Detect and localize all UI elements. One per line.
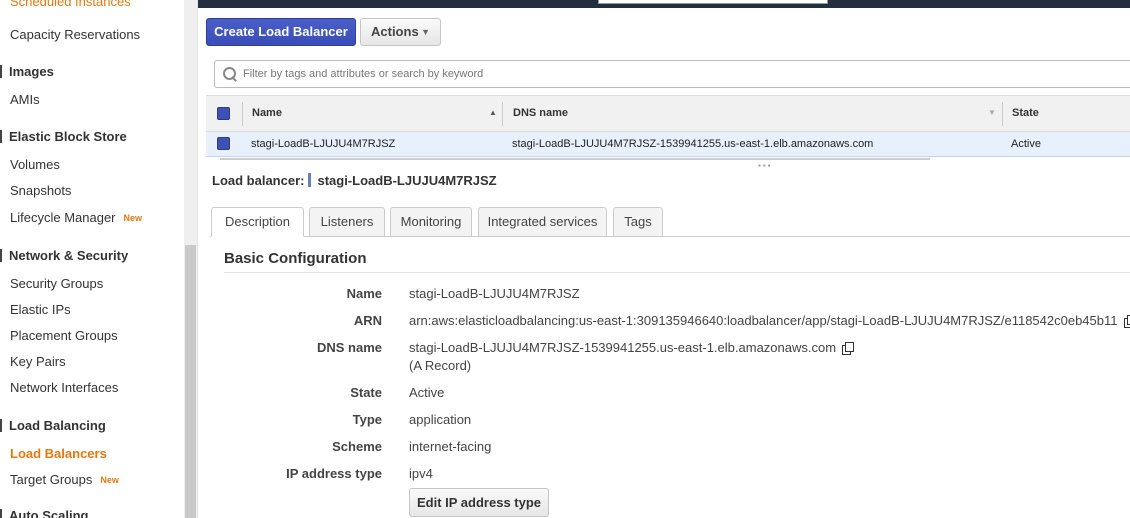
table-horizontal-scrollbar[interactable] [220,158,930,160]
field-value-type: application [409,412,472,427]
lb-name: stagi-LoadB-LJUJU4M7RJSZ [317,173,497,188]
sidebar-item-network-interfaces[interactable]: Network Interfaces [10,380,118,395]
sidebar-group-images[interactable]: Images [0,64,54,79]
selected-load-balancer-label: Load balancer: stagi-LoadB-LJUJU4M7RJSZ [212,173,497,188]
sidebar-item-key-pairs[interactable]: Key Pairs [10,354,66,369]
sidebar-group-load-balancing[interactable]: Load Balancing [0,418,106,433]
field-label-scheme: Scheme [332,439,382,454]
field-label-ip-address-type: IP address type [286,466,382,481]
column-divider [502,102,503,126]
group-marker [0,509,2,518]
field-value-dns-record-note: (A Record) [409,358,472,373]
field-value-dns-name: stagi-LoadB-LJUJU4M7RJSZ-1539941255.us-e… [409,340,855,355]
section-divider [224,272,1130,273]
group-label: Load Balancing [9,418,106,433]
column-header-dns-name[interactable]: DNS name [513,107,568,119]
column-header-name[interactable]: Name [252,107,282,119]
group-label: Auto Scaling [9,508,89,518]
field-value-arn: arn:aws:elasticloadbalancing:us-east-1:3… [409,313,1130,328]
search-placeholder: Filter by tags and attributes or search … [243,68,484,80]
top-search-box[interactable] [598,0,828,4]
sidebar-item-target-groups[interactable]: Target Groups New [10,472,119,487]
arn-text: arn:aws:elasticloadbalancing:us-east-1:3… [409,313,1118,328]
row-checkbox[interactable] [217,137,230,150]
sidebar-item-lifecycle-manager[interactable]: Lifecycle Manager New [10,210,142,225]
copy-icon[interactable] [842,342,855,355]
cell-name: stagi-LoadB-LJUJU4M7RJSZ [251,138,396,150]
sidebar: Scheduled Instances Capacity Reservation… [0,0,198,518]
select-all-checkbox[interactable] [217,107,230,120]
edit-ip-address-type-button[interactable]: Edit IP address type [409,488,549,517]
sort-ascending-icon[interactable]: ▲ [489,108,497,117]
sidebar-group-auto-scaling[interactable]: Auto Scaling [0,508,88,518]
column-header-state[interactable]: State [1012,107,1039,119]
sidebar-group-network-security[interactable]: Network & Security [0,248,128,263]
new-badge: New [100,475,119,485]
table-header: Name ▲ DNS name ▼ State [206,95,1130,132]
sidebar-item-amis[interactable]: AMIs [10,92,40,107]
group-marker [0,419,2,432]
resize-handle-icon[interactable]: ▪▪▪ [758,161,773,170]
lb-prefix: Load balancer: [212,173,305,188]
actions-label: Actions [371,24,419,39]
group-label: Elastic Block Store [9,129,127,144]
divider-bar [308,173,312,187]
tab-tags[interactable]: Tags [613,207,663,237]
field-label-dns-name: DNS name [316,340,382,355]
group-label: Images [9,64,54,79]
field-label-type: Type [352,412,382,427]
sidebar-item-volumes[interactable]: Volumes [10,157,60,172]
field-label-name: Name [346,286,382,301]
sort-icon[interactable]: ▼ [988,108,996,117]
create-load-balancer-button[interactable]: Create Load Balancer [206,18,356,46]
search-icon [223,67,236,80]
column-divider [1002,102,1003,126]
dns-text: stagi-LoadB-LJUJU4M7RJSZ-1539941255.us-e… [409,340,837,355]
caret-down-icon: ▼ [421,27,430,37]
sidebar-item-label: Target Groups [10,472,93,487]
tab-listeners[interactable]: Listeners [309,207,385,237]
field-value-ip-address-type: ipv4 [409,466,433,481]
sidebar-item-snapshots[interactable]: Snapshots [10,183,71,198]
tab-monitoring[interactable]: Monitoring [390,207,472,237]
new-badge: New [123,213,143,223]
column-divider [242,102,243,126]
sidebar-item-capacity-reservations[interactable]: Capacity Reservations [10,27,140,42]
sidebar-item-label: Lifecycle Manager [10,210,116,225]
filter-search-input[interactable]: Filter by tags and attributes or search … [214,60,1130,88]
sidebar-item-security-groups[interactable]: Security Groups [10,276,103,291]
tab-integrated-services[interactable]: Integrated services [478,207,607,237]
actions-dropdown-button[interactable]: Actions ▼ [360,18,441,46]
top-nav-bar [198,0,1130,8]
cell-dns-name: stagi-LoadB-LJUJU4M7RJSZ-1539941255.us-e… [512,138,874,150]
field-label-state: State [350,385,382,400]
field-value-scheme: internet-facing [409,439,492,454]
group-marker [0,130,2,143]
copy-icon[interactable] [1123,315,1130,328]
sidebar-group-elastic-block-store[interactable]: Elastic Block Store [0,129,127,144]
sidebar-item-scheduled-instances[interactable]: Scheduled Instances [10,0,131,9]
field-value-name: stagi-LoadB-LJUJU4M7RJSZ [409,286,580,301]
group-marker [0,65,2,78]
field-label-arn: ARN [353,313,382,328]
group-marker [0,249,2,262]
sidebar-scrollbar-thumb[interactable] [185,245,196,518]
cell-state: Active [1011,138,1041,150]
group-label: Network & Security [9,248,129,263]
tab-description[interactable]: Description [211,207,304,237]
sidebar-item-elastic-ips[interactable]: Elastic IPs [10,302,71,317]
section-title: Basic Configuration [224,250,367,267]
sidebar-item-load-balancers[interactable]: Load Balancers [10,446,107,461]
table-row[interactable]: stagi-LoadB-LJUJU4M7RJSZ stagi-LoadB-LJU… [206,132,1130,157]
field-value-state: Active [409,385,445,400]
sidebar-item-placement-groups[interactable]: Placement Groups [10,328,118,343]
